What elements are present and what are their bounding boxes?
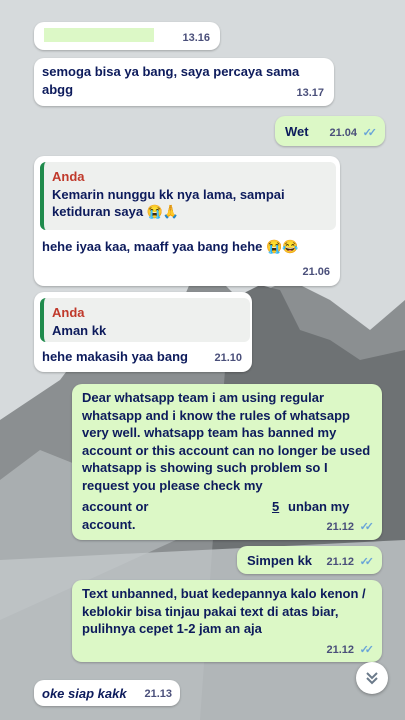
chevron-double-down-icon[interactable] bbox=[356, 662, 388, 694]
read-ticks-icon: ✓✓ bbox=[362, 127, 378, 140]
message-time: 21.06 bbox=[302, 266, 330, 279]
quote-text: Aman kk bbox=[52, 322, 107, 338]
message-text: hehe makasih yaa bang bbox=[42, 349, 188, 364]
message-bubble[interactable]: Anda Aman kk hehe makasih yaa bang 21.10 bbox=[34, 292, 252, 372]
message-bubble[interactable]: Anda Kemarin nunggu kk nya lama, sampai … bbox=[34, 156, 340, 286]
read-ticks-icon: ✓✓ bbox=[359, 644, 375, 657]
message-line: account or 5 unban my bbox=[82, 498, 374, 516]
chevron-double-down-icon bbox=[366, 672, 378, 685]
reply-quote[interactable]: Anda Kemarin nunggu kk nya lama, sampai … bbox=[40, 162, 336, 230]
message-text: Simpen kk bbox=[247, 553, 313, 568]
message-time: 21.12 bbox=[326, 556, 354, 569]
message-text: Wet bbox=[285, 124, 309, 139]
redacted-text bbox=[44, 28, 154, 42]
message-time: 21.10 bbox=[214, 352, 242, 365]
message-text: 5 bbox=[272, 499, 280, 514]
message-bubble[interactable]: semoga bisa ya bang, saya percaya sama a… bbox=[34, 58, 334, 106]
message-bubble[interactable]: Simpen kk 21.12 ✓✓ bbox=[237, 546, 382, 574]
message-time: 21.12 bbox=[326, 521, 354, 534]
message-text: hehe iyaa kaa, maaff yaa bang hehe 😭😂 bbox=[42, 239, 299, 254]
read-ticks-icon: ✓✓ bbox=[359, 521, 375, 534]
message-time: 21.13 bbox=[144, 688, 172, 701]
quote-author: Anda bbox=[52, 305, 85, 320]
message-text: unban my bbox=[288, 499, 350, 514]
message-bubble[interactable]: oke siap kakk 21.13 bbox=[34, 680, 180, 706]
quote-author: Anda bbox=[52, 169, 85, 184]
message-text: account. bbox=[82, 517, 136, 532]
message-text: Dear whatsapp team i am using regular wh… bbox=[82, 390, 371, 493]
message-text: Text unbanned, buat kedepannya kalo keno… bbox=[82, 586, 366, 637]
message-bubble[interactable]: Wet 21.04 ✓✓ bbox=[275, 116, 385, 146]
message-text: account or bbox=[82, 499, 149, 514]
message-time: 13.16 bbox=[182, 32, 210, 45]
message-text: semoga bisa ya bang, saya percaya sama a… bbox=[42, 64, 300, 97]
message-time: 21.04 bbox=[329, 127, 357, 140]
message-bubble[interactable]: Text unbanned, buat kedepannya kalo keno… bbox=[72, 580, 382, 662]
reply-quote[interactable]: Anda Aman kk bbox=[40, 298, 250, 342]
message-bubble[interactable]: Dear whatsapp team i am using regular wh… bbox=[72, 384, 382, 540]
message-time: 13.17 bbox=[296, 87, 324, 100]
message-bubble[interactable]: 13.16 bbox=[34, 22, 220, 50]
message-text: oke siap kakk bbox=[42, 686, 127, 701]
read-ticks-icon: ✓✓ bbox=[359, 556, 375, 569]
quote-text: Kemarin nunggu kk nya lama, sampai ketid… bbox=[52, 186, 285, 220]
message-time: 21.12 bbox=[326, 644, 354, 657]
